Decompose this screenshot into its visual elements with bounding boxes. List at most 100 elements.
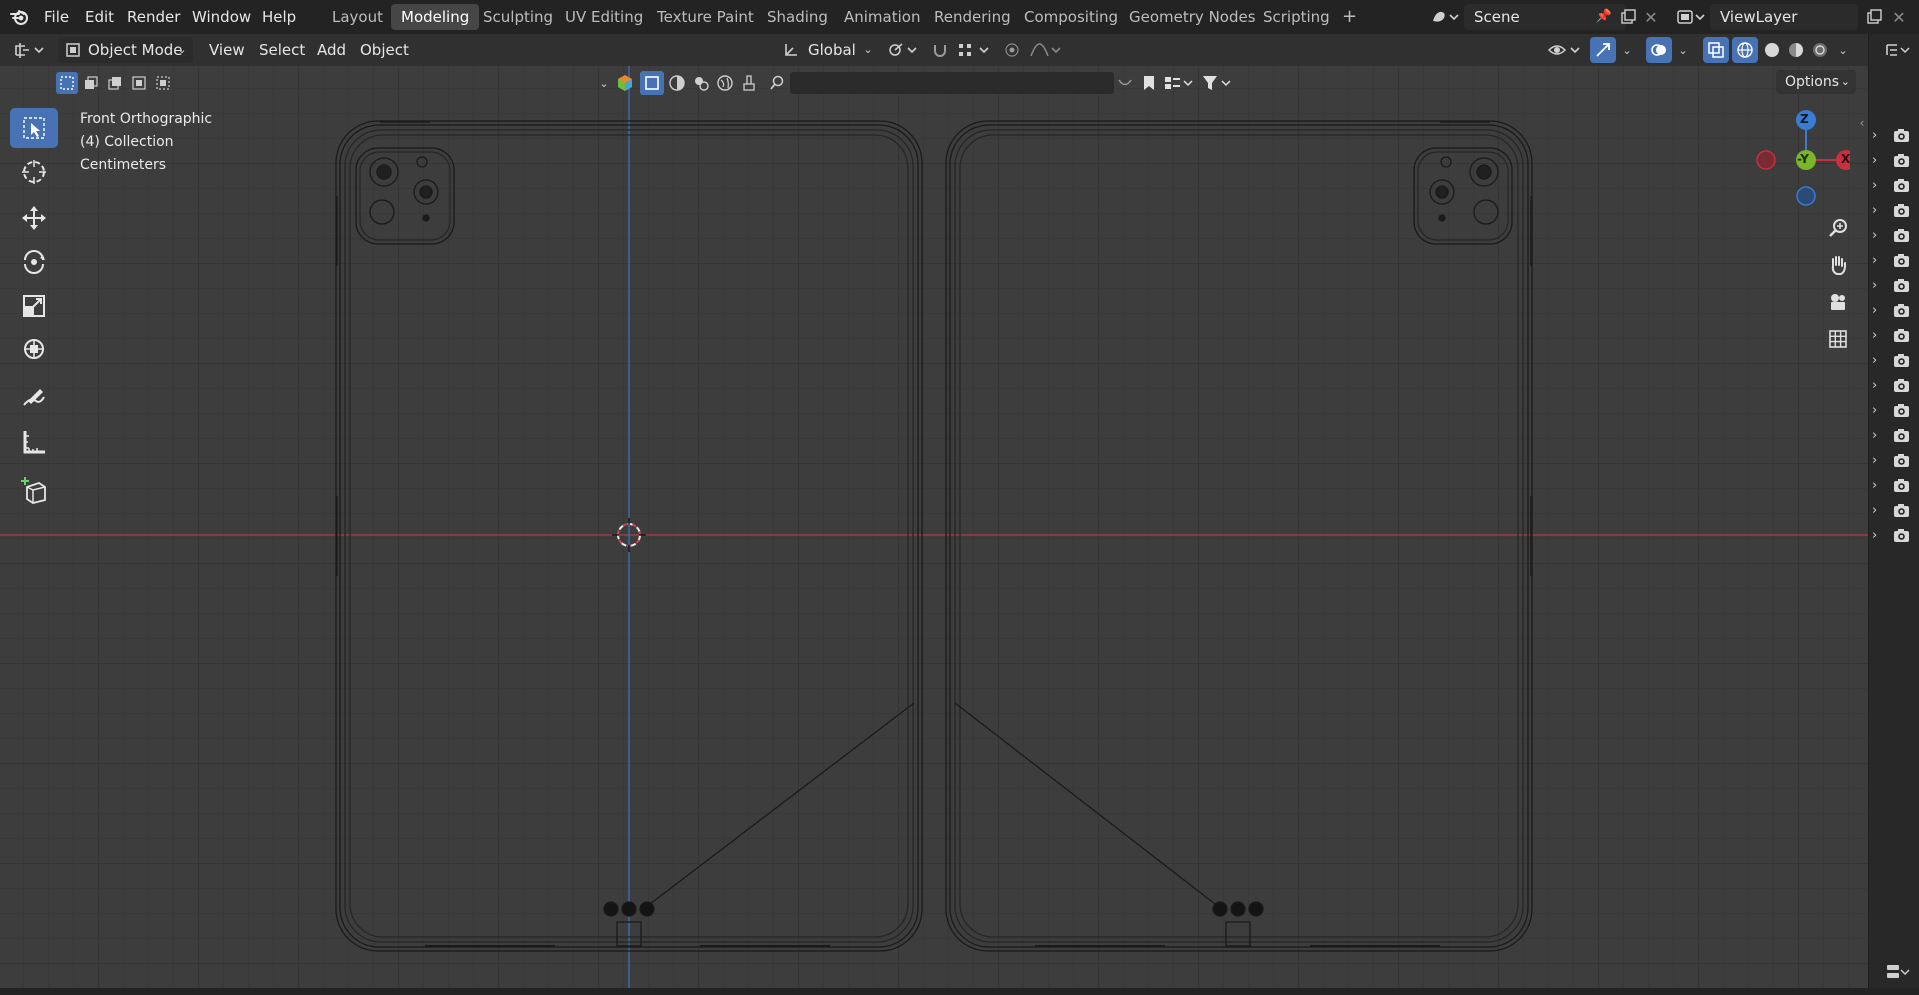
pin-icon[interactable]: 📌 [1594,8,1614,26]
visibility-icon[interactable] [1545,38,1585,62]
bookmark-icon[interactable] [1138,72,1160,94]
add-workspace-button[interactable]: + [1332,4,1367,30]
texture-filter-icon[interactable] [690,72,712,94]
render-visibility-icon[interactable] [1893,428,1910,447]
expand-arrow-icon[interactable]: › [1872,378,1877,393]
material-filter-icon[interactable] [666,72,688,94]
blender-logo-icon[interactable] [8,6,32,28]
outliner-row[interactable]: › [1869,399,1919,424]
add-cube-tool-icon[interactable] [10,470,58,510]
menu-render[interactable]: Render [121,0,186,34]
tab-texture-paint[interactable]: Texture Paint [647,4,764,30]
navigation-gizmo[interactable]: Z -Y X [1750,96,1856,206]
move-tool-icon[interactable] [10,198,58,238]
object-types-icon[interactable] [614,72,636,94]
expand-arrow-icon[interactable]: › [1872,328,1877,343]
3d-viewport[interactable]: Front Orthographic (4) Collection Centim… [0,66,1868,988]
tab-layout[interactable]: Layout [322,4,393,30]
tab-scripting[interactable]: Scripting [1253,4,1340,30]
outliner-row[interactable]: › [1869,424,1919,449]
properties-editor-icon[interactable] [1883,960,1913,984]
chevron-down-icon[interactable]: ⌄ [1674,38,1692,62]
render-visibility-icon[interactable] [1893,278,1910,297]
outliner-row[interactable]: › [1869,524,1919,549]
select-subtract-icon[interactable] [104,72,126,94]
material-shading-icon[interactable] [1784,37,1808,63]
rotate-tool-icon[interactable] [10,242,58,282]
tab-animation[interactable]: Animation [834,4,930,30]
transform-tool-icon[interactable] [10,329,58,369]
expand-arrow-icon[interactable]: › [1872,178,1877,193]
mesh-filter-icon[interactable] [640,71,664,95]
gizmo-toggle-icon[interactable] [1590,37,1616,63]
xray-icon[interactable] [1703,37,1729,63]
options-dropdown[interactable]: Options ⌄ [1776,70,1856,94]
expand-arrow-icon[interactable]: › [1872,478,1877,493]
brush-filter-icon[interactable] [738,72,760,94]
outliner-row[interactable]: › [1869,449,1919,474]
sidebar-toggle-icon[interactable]: ‹ [1856,114,1868,132]
tab-shading[interactable]: Shading [757,4,838,30]
tab-uv-editing[interactable]: UV Editing [555,4,653,30]
outliner-row[interactable]: › [1869,149,1919,174]
funnel-icon[interactable] [1200,72,1234,94]
tab-sculpting[interactable]: Sculpting [473,4,563,30]
menu-window[interactable]: Window [186,0,257,34]
chevron-down-icon[interactable]: ⌄ [1618,38,1636,62]
filter-toggle-icon[interactable] [1114,72,1136,94]
close-icon[interactable]: ✕ [1640,6,1662,28]
tab-compositing[interactable]: Compositing [1014,4,1128,30]
overlays-icon[interactable] [1646,37,1672,63]
chevron-down-icon[interactable]: ⌄ [1834,38,1852,62]
expand-arrow-icon[interactable]: › [1872,228,1877,243]
camera-view-icon[interactable] [1822,286,1854,318]
tab-geometry-nodes[interactable]: Geometry Nodes [1119,4,1266,30]
expand-arrow-icon[interactable]: › [1872,503,1877,518]
select-new-icon[interactable] [56,72,78,94]
pivot-point-icon[interactable] [884,38,922,62]
header-menu-object[interactable]: Object [354,34,415,66]
solid-shading-icon[interactable] [1760,37,1784,63]
render-visibility-icon[interactable] [1893,478,1910,497]
expand-arrow-icon[interactable]: › [1872,303,1877,318]
render-visibility-icon[interactable] [1893,253,1910,272]
search-input[interactable] [790,72,1114,94]
mode-dropdown[interactable]: Object Mode ⌄ [58,37,193,63]
scene-name-field[interactable]: Scene 📌 [1464,4,1626,30]
snap-icon[interactable] [928,38,952,62]
expand-arrow-icon[interactable]: › [1872,428,1877,443]
outliner-row[interactable]: › [1869,299,1919,324]
outliner-row[interactable]: › [1869,274,1919,299]
chevron-down-icon[interactable]: ⌄ [596,72,612,94]
render-visibility-icon[interactable] [1893,378,1910,397]
render-visibility-icon[interactable] [1893,303,1910,322]
editor-type-icon[interactable] [10,38,50,62]
measure-tool-icon[interactable] [10,422,58,462]
wireframe-shading-icon[interactable] [1732,37,1758,63]
scene-icon[interactable] [1428,6,1462,28]
outliner-row[interactable]: › [1869,374,1919,399]
new-view-layer-icon[interactable] [1862,6,1886,28]
render-visibility-icon[interactable] [1893,153,1910,172]
select-box-tool-icon[interactable] [10,108,58,148]
header-menu-add[interactable]: Add [311,34,352,66]
render-visibility-icon[interactable] [1893,203,1910,222]
outliner-row[interactable]: › [1869,249,1919,274]
expand-arrow-icon[interactable]: › [1872,278,1877,293]
select-intersect-icon[interactable] [152,72,174,94]
outliner-row[interactable]: › [1869,224,1919,249]
cursor-tool-icon[interactable] [10,152,58,192]
menu-help[interactable]: Help [256,0,302,34]
proportional-edit-icon[interactable] [1000,38,1024,62]
menu-edit[interactable]: Edit [79,0,120,34]
transform-orientation-dropdown[interactable]: Global ⌄ [778,37,878,63]
rendered-shading-icon[interactable] [1808,37,1832,63]
outliner-row[interactable]: › [1869,499,1919,524]
pan-hand-icon[interactable] [1822,249,1854,281]
outliner-display-mode-icon[interactable] [1883,39,1913,61]
render-visibility-icon[interactable] [1893,403,1910,422]
render-visibility-icon[interactable] [1893,353,1910,372]
scale-tool-icon[interactable] [10,286,58,326]
view-layer-field[interactable]: ViewLayer [1710,4,1858,30]
render-visibility-icon[interactable] [1893,128,1910,147]
